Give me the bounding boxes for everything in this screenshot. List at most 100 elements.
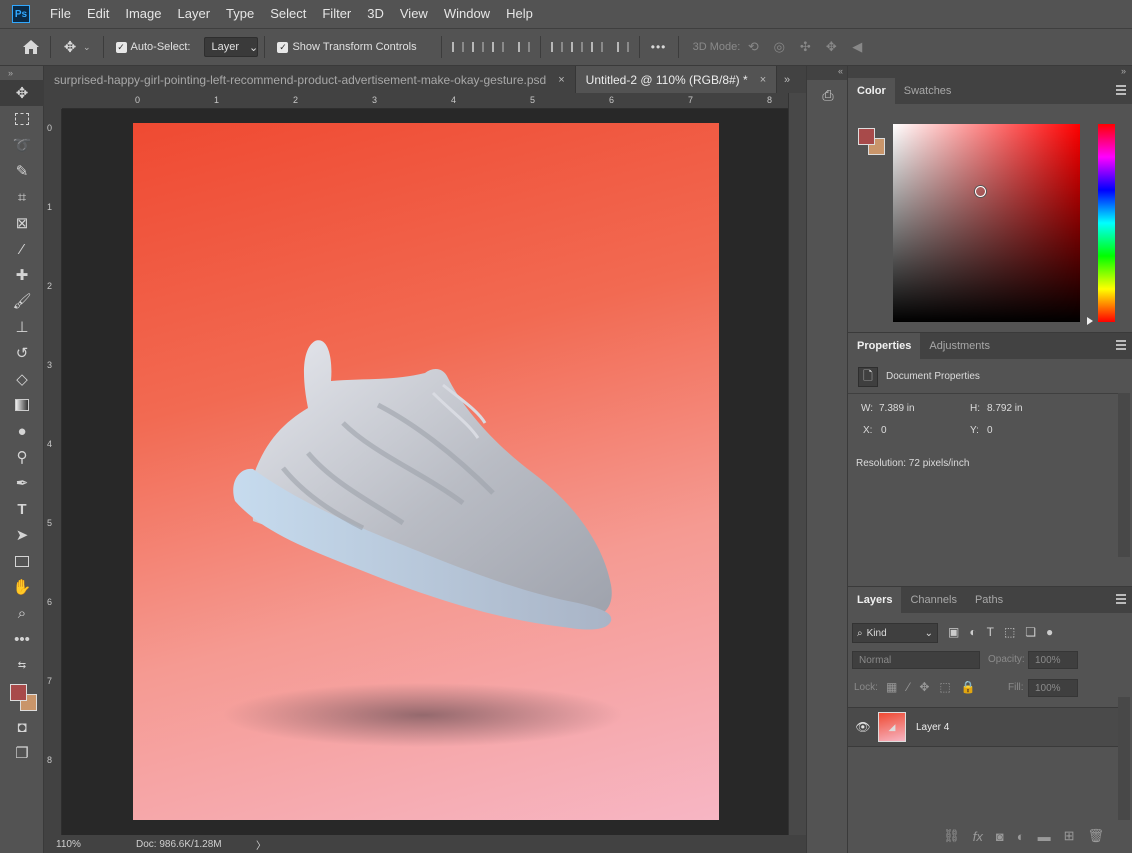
- menu-select[interactable]: Select: [262, 0, 314, 28]
- hue-slider[interactable]: [1098, 124, 1115, 322]
- swap-colors-icon[interactable]: ⇆: [0, 652, 44, 678]
- pen-icon[interactable]: ✒: [0, 470, 44, 496]
- x-value[interactable]: 0: [881, 425, 887, 436]
- move-icon[interactable]: ✥: [0, 80, 44, 106]
- history-panel-icon[interactable]: ⎙: [807, 80, 849, 110]
- eraser-icon[interactable]: ◇: [0, 366, 44, 392]
- healing-icon[interactable]: ✚: [0, 262, 44, 288]
- layer-kind-filter[interactable]: ⌕ Kind ⌄: [852, 623, 938, 643]
- properties-scrollbar[interactable]: [1118, 393, 1130, 557]
- quick-select-icon[interactable]: ✎: [0, 158, 44, 184]
- link-icon[interactable]: ⛓: [943, 828, 960, 844]
- tab-properties[interactable]: Properties: [848, 333, 921, 359]
- panel-menu-icon[interactable]: [1116, 340, 1126, 350]
- foreground-color[interactable]: [858, 128, 875, 145]
- height-value[interactable]: 8.792 in: [987, 403, 1023, 414]
- close-icon[interactable]: ×: [760, 74, 766, 86]
- frame-icon[interactable]: ⊠: [0, 210, 44, 236]
- tab-psd-document[interactable]: surprised-happy-girl-pointing-left-recom…: [44, 66, 576, 93]
- close-icon[interactable]: ×: [558, 74, 564, 86]
- menu-image[interactable]: Image: [117, 0, 169, 28]
- eyedropper-icon[interactable]: ⁄: [0, 236, 44, 262]
- fill-input[interactable]: 100%: [1028, 679, 1078, 697]
- collapse-arrows-icon[interactable]: »: [848, 66, 1132, 78]
- chevron-down-icon[interactable]: ⌄: [83, 42, 91, 53]
- tab-paths[interactable]: Paths: [966, 587, 1012, 613]
- path-select-icon[interactable]: ➤: [0, 522, 44, 548]
- menu-type[interactable]: Type: [218, 0, 262, 28]
- dodge-icon[interactable]: ⚲: [0, 444, 44, 470]
- horizontal-ruler[interactable]: 0 1 2 3 4 5 6 7 8: [62, 93, 788, 109]
- align-right-icon[interactable]: [488, 37, 508, 57]
- adjustment-icon[interactable]: ◐: [1017, 829, 1025, 844]
- lock-transparent-icon[interactable]: ▦: [886, 680, 897, 694]
- 3d-pan-icon[interactable]: ✣: [792, 34, 818, 60]
- menu-help[interactable]: Help: [498, 0, 541, 28]
- panel-menu-icon[interactable]: [1116, 594, 1126, 604]
- type-icon[interactable]: T: [0, 496, 44, 522]
- opacity-input[interactable]: 100%: [1028, 651, 1078, 669]
- layer-name[interactable]: Layer 4: [916, 722, 949, 733]
- lock-artboard-icon[interactable]: ⬚: [939, 680, 950, 694]
- zoom-icon[interactable]: ⌕: [0, 600, 44, 626]
- more-options-icon[interactable]: •••: [646, 34, 672, 60]
- layers-scrollbar[interactable]: [1118, 697, 1130, 820]
- collapse-arrows-icon[interactable]: »: [0, 66, 43, 80]
- panel-menu-icon[interactable]: [1116, 85, 1126, 95]
- vertical-ruler[interactable]: 0 1 2 3 4 5 6 7 8: [44, 109, 62, 835]
- 3d-scale-icon[interactable]: ◀: [844, 34, 870, 60]
- type-filter-icon[interactable]: T: [987, 625, 994, 639]
- lock-position-icon[interactable]: ✥: [919, 680, 929, 694]
- 3d-roll-icon[interactable]: ◎: [766, 34, 792, 60]
- hand-icon[interactable]: ✋: [0, 574, 44, 600]
- foreground-color[interactable]: [10, 684, 27, 701]
- blur-icon[interactable]: ●: [0, 418, 44, 444]
- fx-icon[interactable]: fx: [973, 829, 983, 844]
- tab-adjustments[interactable]: Adjustments: [920, 333, 999, 359]
- lock-paint-icon[interactable]: ⁄: [907, 680, 909, 694]
- move-tool-preset-icon[interactable]: ✥: [57, 34, 83, 60]
- align-middle-icon[interactable]: [567, 37, 587, 57]
- filter-toggle-icon[interactable]: ●: [1046, 625, 1053, 639]
- menu-filter[interactable]: Filter: [314, 0, 359, 28]
- menu-edit[interactable]: Edit: [79, 0, 117, 28]
- align-center-icon[interactable]: [468, 37, 488, 57]
- shape-filter-icon[interactable]: ⬚: [1004, 625, 1015, 639]
- tab-untitled-2[interactable]: Untitled-2 @ 110% (RGB/8#) * ×: [575, 66, 778, 93]
- smart-object-filter-icon[interactable]: ❏: [1025, 625, 1036, 639]
- screen-mode-icon[interactable]: ❐: [0, 740, 44, 766]
- canvas-pasteboard[interactable]: [62, 109, 788, 835]
- tab-swatches[interactable]: Swatches: [895, 78, 961, 104]
- align-left-icon[interactable]: [448, 37, 468, 57]
- hue-slider-handle[interactable]: [1087, 317, 1093, 325]
- tab-color[interactable]: Color: [848, 78, 895, 104]
- quick-mask-icon[interactable]: ◘: [0, 714, 44, 740]
- tab-channels[interactable]: Channels: [901, 587, 965, 613]
- distribute-icon[interactable]: [514, 37, 534, 57]
- tab-layers[interactable]: Layers: [848, 587, 902, 613]
- menu-file[interactable]: File: [42, 0, 79, 28]
- auto-select-target-dropdown[interactable]: Layer ⌄: [204, 37, 259, 57]
- rectangle-icon[interactable]: [0, 548, 44, 574]
- menu-window[interactable]: Window: [436, 0, 498, 28]
- y-value[interactable]: 0: [987, 425, 993, 436]
- adjustment-filter-icon[interactable]: ◐: [969, 625, 976, 639]
- vertical-scrollbar[interactable]: [788, 93, 806, 835]
- align-bottom-icon[interactable]: [587, 37, 607, 57]
- document-canvas[interactable]: [133, 123, 719, 820]
- pixel-filter-icon[interactable]: ▣: [948, 625, 959, 639]
- blend-mode-select[interactable]: Normal: [852, 651, 980, 669]
- status-menu-arrow-icon[interactable]: 〉: [256, 837, 266, 852]
- color-swatches[interactable]: [0, 678, 44, 714]
- zoom-level[interactable]: 110%: [44, 839, 124, 850]
- 3d-orbit-icon[interactable]: ⟲: [740, 34, 766, 60]
- new-layer-icon[interactable]: ⊞: [1064, 828, 1075, 844]
- menu-layer[interactable]: Layer: [170, 0, 219, 28]
- eye-icon[interactable]: 👁: [848, 720, 878, 734]
- lock-all-icon[interactable]: 🔒: [961, 680, 976, 694]
- show-transform-checkbox[interactable]: ✓ Show Transform Controls: [277, 41, 417, 53]
- mask-icon[interactable]: ◙: [996, 829, 1004, 844]
- stamp-icon[interactable]: ⊥: [0, 314, 44, 340]
- brush-icon[interactable]: 🖌: [0, 288, 44, 314]
- color-field[interactable]: [893, 124, 1080, 322]
